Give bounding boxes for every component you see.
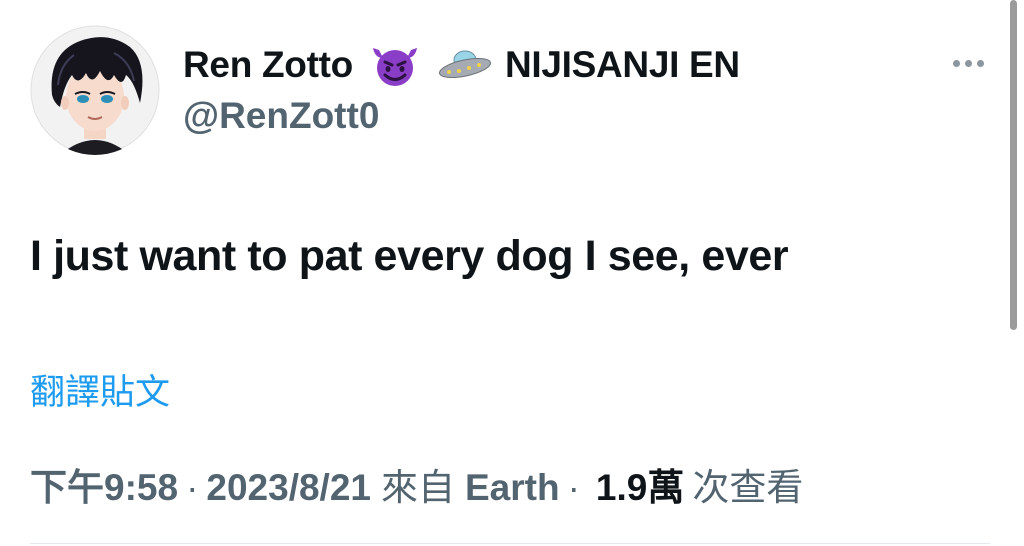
author-org-name[interactable]: NIJISANJI EN [505, 44, 740, 86]
tweet-text: I just want to pat every dog I see, ever [30, 232, 789, 280]
more-dot-icon [952, 59, 960, 67]
divider [30, 543, 990, 544]
more-options-button[interactable] [946, 48, 990, 78]
author-display-name[interactable]: Ren Zotto [183, 44, 353, 86]
ufo-icon [437, 42, 493, 88]
author-name-row[interactable]: Ren Zotto NIJISANJI EN [183, 40, 740, 90]
scrollbar-thumb[interactable] [1010, 0, 1017, 330]
views-count[interactable]: 1.9萬 [596, 457, 684, 511]
translate-post-link[interactable]: 翻譯貼文 [30, 364, 170, 415]
tweet-source: Earth [465, 467, 560, 508]
source-prefix: 來自 [381, 467, 455, 508]
more-dot-icon [964, 59, 972, 67]
tweet-meta-row: 下午9:58 · 2023/8/21 來自 Earth · 1.9萬 次查看 [30, 457, 803, 511]
views-label[interactable]: 次查看 [692, 457, 803, 511]
tweet-detail-page: Ren Zotto NIJISANJI EN @RenZott0 I just … [0, 0, 1024, 546]
meta-separator: · [567, 467, 580, 508]
avatar-image [30, 25, 160, 155]
smiling-devil-icon [367, 42, 423, 88]
meta-separator: · [186, 467, 199, 508]
author-handle[interactable]: @RenZott0 [183, 95, 379, 137]
tweet-time[interactable]: 下午9:58 [30, 457, 178, 511]
tweet-date[interactable]: 2023/8/21 [206, 467, 371, 509]
avatar[interactable] [30, 25, 160, 155]
more-dot-icon [976, 59, 984, 67]
